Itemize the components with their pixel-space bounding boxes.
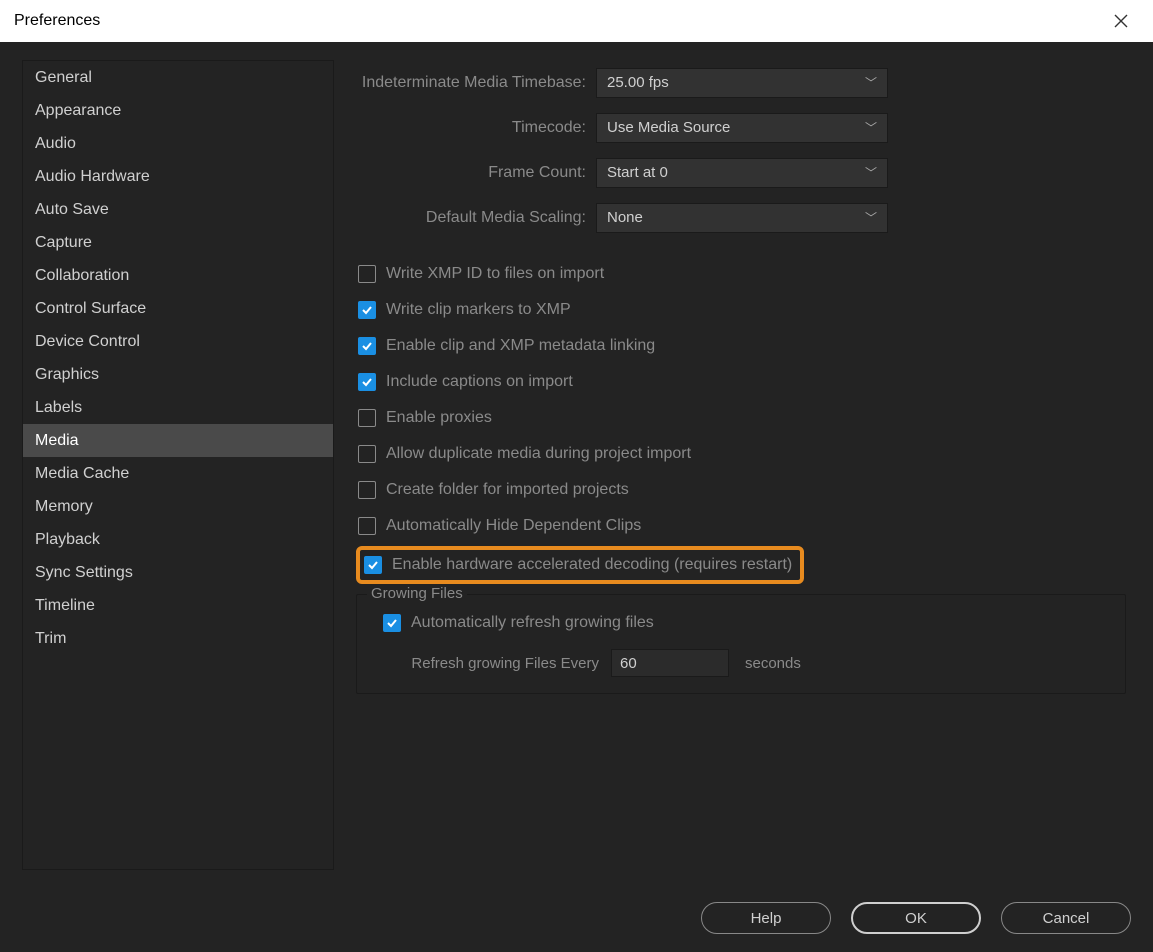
sidebar-item-media-cache[interactable]: Media Cache (23, 457, 333, 490)
checkbox-captions[interactable] (358, 373, 376, 391)
framecount-dropdown[interactable]: Start at 0 ﹀ (596, 158, 888, 188)
growing-files-group: Growing Files Automatically refresh grow… (356, 594, 1126, 694)
timecode-label: Timecode: (356, 119, 596, 137)
label-clip-markers: Write clip markers to XMP (386, 301, 571, 319)
framecount-label: Frame Count: (356, 164, 596, 182)
sidebar-item-timeline[interactable]: Timeline (23, 589, 333, 622)
sidebar-item-auto-save[interactable]: Auto Save (23, 193, 333, 226)
preferences-main-panel: Indeterminate Media Timebase: 25.00 fps … (356, 60, 1126, 694)
cancel-button[interactable]: Cancel (1001, 902, 1131, 934)
label-link-meta: Enable clip and XMP metadata linking (386, 337, 655, 355)
close-icon[interactable] (1105, 8, 1137, 39)
dialog-body: General Appearance Audio Audio Hardware … (0, 42, 1153, 952)
label-hide-dep: Automatically Hide Dependent Clips (386, 517, 641, 535)
sidebar-item-labels[interactable]: Labels (23, 391, 333, 424)
sidebar-item-audio-hardware[interactable]: Audio Hardware (23, 160, 333, 193)
label-captions: Include captions on import (386, 373, 573, 391)
timecode-value: Use Media Source (607, 119, 730, 136)
chevron-down-icon: ﹀ (865, 74, 877, 91)
label-dup-media: Allow duplicate media during project imp… (386, 445, 691, 463)
chevron-down-icon: ﹀ (865, 164, 877, 181)
refresh-interval-label: Refresh growing Files Every (383, 655, 611, 672)
chevron-down-icon: ﹀ (865, 209, 877, 226)
checkbox-hide-dep[interactable] (358, 517, 376, 535)
label-hw-decode: Enable hardware accelerated decoding (re… (392, 556, 792, 574)
growing-files-title: Growing Files (367, 585, 467, 602)
sidebar-item-media[interactable]: Media (23, 424, 333, 457)
chevron-down-icon: ﹀ (865, 119, 877, 136)
sidebar-item-device-control[interactable]: Device Control (23, 325, 333, 358)
sidebar-item-memory[interactable]: Memory (23, 490, 333, 523)
timecode-dropdown[interactable]: Use Media Source ﹀ (596, 113, 888, 143)
sidebar-item-trim[interactable]: Trim (23, 622, 333, 655)
scaling-value: None (607, 209, 643, 226)
checkbox-hw-decode[interactable] (364, 556, 382, 574)
checkbox-link-meta[interactable] (358, 337, 376, 355)
label-auto-refresh-growing: Automatically refresh growing files (411, 614, 654, 632)
checkbox-proxies[interactable] (358, 409, 376, 427)
checkbox-auto-refresh-growing[interactable] (383, 614, 401, 632)
sidebar-item-graphics[interactable]: Graphics (23, 358, 333, 391)
scaling-dropdown[interactable]: None ﹀ (596, 203, 888, 233)
timebase-dropdown[interactable]: 25.00 fps ﹀ (596, 68, 888, 98)
label-create-folder: Create folder for imported projects (386, 481, 629, 499)
checkbox-clip-markers[interactable] (358, 301, 376, 319)
timebase-value: 25.00 fps (607, 74, 669, 91)
highlight-hw-decode: Enable hardware accelerated decoding (re… (356, 546, 804, 584)
sidebar-item-general[interactable]: General (23, 61, 333, 94)
refresh-interval-unit: seconds (729, 655, 801, 672)
scaling-label: Default Media Scaling: (356, 209, 596, 227)
refresh-interval-input[interactable] (611, 649, 729, 677)
preferences-sidebar: General Appearance Audio Audio Hardware … (22, 60, 334, 870)
timebase-label: Indeterminate Media Timebase: (356, 74, 596, 92)
sidebar-item-appearance[interactable]: Appearance (23, 94, 333, 127)
checkbox-dup-media[interactable] (358, 445, 376, 463)
sidebar-item-control-surface[interactable]: Control Surface (23, 292, 333, 325)
label-proxies: Enable proxies (386, 409, 492, 427)
sidebar-item-sync-settings[interactable]: Sync Settings (23, 556, 333, 589)
dialog-footer: Help OK Cancel (701, 902, 1131, 934)
sidebar-item-audio[interactable]: Audio (23, 127, 333, 160)
checkbox-xmp-id[interactable] (358, 265, 376, 283)
sidebar-item-playback[interactable]: Playback (23, 523, 333, 556)
ok-button[interactable]: OK (851, 902, 981, 934)
sidebar-item-capture[interactable]: Capture (23, 226, 333, 259)
checkbox-create-folder[interactable] (358, 481, 376, 499)
titlebar: Preferences (0, 0, 1153, 42)
framecount-value: Start at 0 (607, 164, 668, 181)
window-title: Preferences (14, 12, 100, 30)
help-button[interactable]: Help (701, 902, 831, 934)
sidebar-item-collaboration[interactable]: Collaboration (23, 259, 333, 292)
label-xmp-id: Write XMP ID to files on import (386, 265, 604, 283)
